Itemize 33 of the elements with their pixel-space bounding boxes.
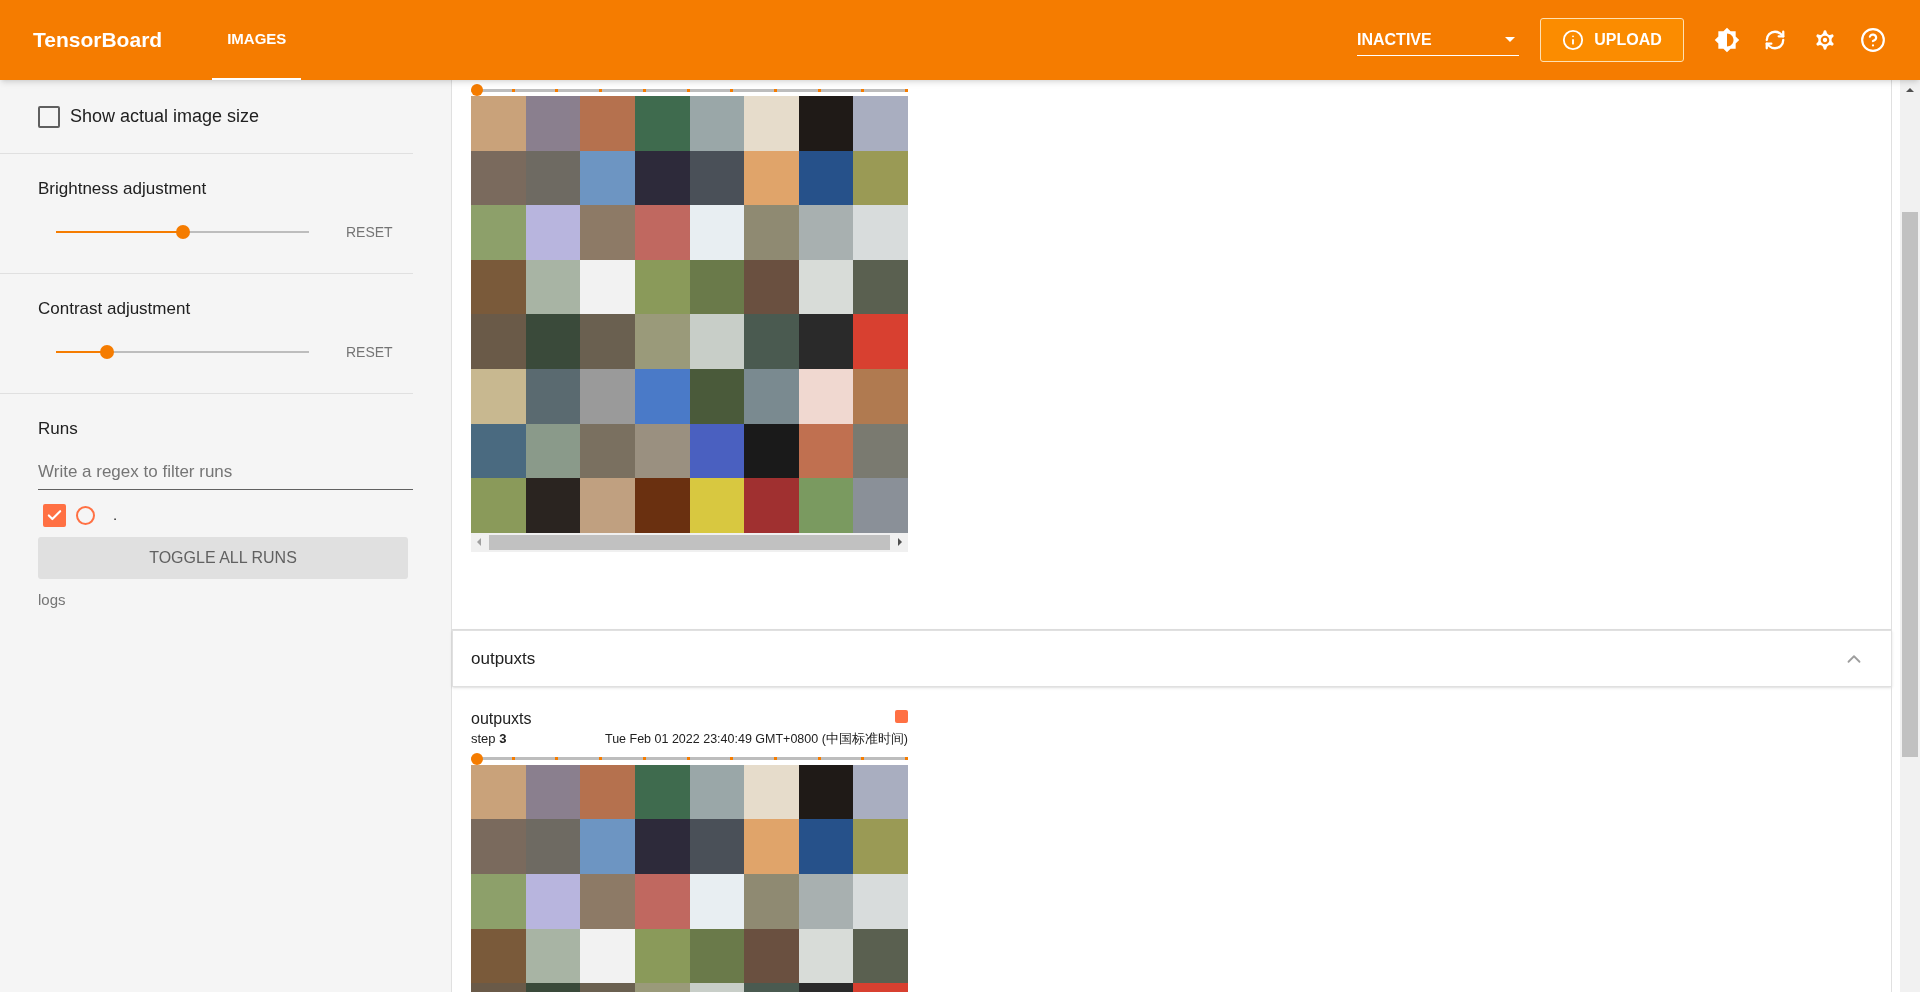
caret-icon xyxy=(1505,37,1515,42)
slider-track[interactable] xyxy=(56,345,309,359)
run-label: . xyxy=(113,504,118,525)
help-icon[interactable] xyxy=(1860,27,1886,53)
reset-button[interactable]: RESET xyxy=(346,221,393,243)
slider-thumb[interactable] xyxy=(471,752,483,765)
card-title: outpuxts xyxy=(471,709,532,729)
checkbox-label: Show actual image size xyxy=(70,105,260,128)
run-dropdown[interactable]: INACTIVE xyxy=(1357,24,1519,56)
timestamp: Tue Feb 01 2022 23:40:49 GMT+0800 (中国标准时间) xyxy=(604,731,908,748)
step-slider[interactable] xyxy=(471,84,908,96)
slider-thumb[interactable] xyxy=(471,84,483,96)
runs-title: Runs xyxy=(38,418,79,440)
adjustment-label: Contrast adjustment xyxy=(38,298,192,320)
filter-field[interactable]: Write a regex to filter runs xyxy=(38,455,413,490)
upload-button[interactable]: UPLOAD xyxy=(1540,18,1684,62)
section-header[interactable]: outpuxts xyxy=(452,630,1892,687)
checkbox[interactable] xyxy=(38,105,60,128)
brightness-icon[interactable] xyxy=(1714,27,1740,53)
refresh-icon[interactable] xyxy=(1764,29,1786,51)
app-title: TensorBoard xyxy=(33,27,163,54)
step-label: step 3 xyxy=(471,730,507,748)
slider-thumb[interactable] xyxy=(175,225,190,239)
info-icon xyxy=(1562,29,1585,51)
slider-thumb[interactable] xyxy=(99,345,114,359)
toggle-all-runs-button[interactable]: TOGGLE ALL RUNS xyxy=(38,536,408,579)
vertical-scrollbar[interactable] xyxy=(1900,80,1920,992)
slider-track[interactable] xyxy=(56,225,309,239)
adjustment-label: Brightness adjustment xyxy=(38,178,208,200)
logs-label: logs xyxy=(38,589,67,610)
run-checkbox[interactable] xyxy=(43,503,66,527)
reset-button[interactable]: RESET xyxy=(346,341,393,363)
step-slider[interactable] xyxy=(471,752,908,765)
